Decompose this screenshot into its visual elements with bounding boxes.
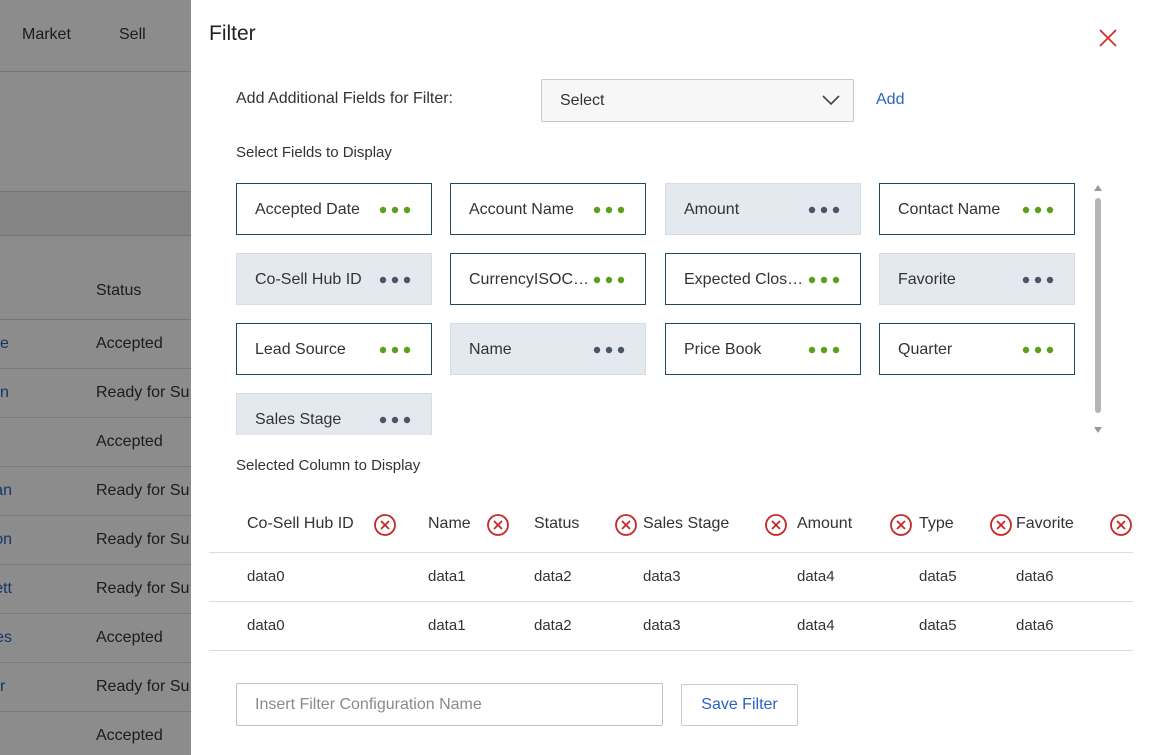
field-select-dropdown[interactable]: Select <box>541 79 854 122</box>
more-options-icon[interactable] <box>808 206 840 214</box>
remove-column-icon[interactable] <box>989 513 1013 537</box>
column-header: Status <box>534 515 580 532</box>
more-options-icon[interactable] <box>379 416 411 424</box>
column-header: Amount <box>797 515 853 532</box>
more-options-icon[interactable] <box>1022 206 1054 214</box>
selected-columns-table: Co-Sell Hub ID Name Status Sales Stage Amoun… <box>209 500 1133 651</box>
scroll-up-icon[interactable] <box>1094 185 1102 191</box>
more-options-icon[interactable] <box>1022 276 1054 284</box>
column-header: Type <box>919 515 954 532</box>
more-options-icon[interactable] <box>808 346 840 354</box>
column-header: Co-Sell Hub ID <box>247 515 354 532</box>
table-cell: data6 <box>1016 568 1054 585</box>
field-chip[interactable]: Accepted Date <box>236 183 432 235</box>
remove-column-icon[interactable] <box>1109 513 1133 537</box>
remove-column-icon[interactable] <box>764 513 788 537</box>
table-cell: data0 <box>247 617 285 634</box>
more-options-icon[interactable] <box>593 346 625 354</box>
scroll-down-icon[interactable] <box>1094 427 1102 433</box>
more-options-icon[interactable] <box>379 346 411 354</box>
scroll-thumb[interactable] <box>1095 198 1101 413</box>
remove-column-icon[interactable] <box>486 513 510 537</box>
more-options-icon[interactable] <box>1022 346 1054 354</box>
field-chip-label: Sales Stage <box>255 411 342 428</box>
columns-header-row: Co-Sell Hub ID Name Status Sales Stage Amoun… <box>209 500 1133 553</box>
more-options-icon[interactable] <box>593 206 625 214</box>
column-header: Favorite <box>1016 515 1074 532</box>
field-chip-label: Accepted Date <box>255 201 360 218</box>
save-filter-button[interactable]: Save Filter <box>681 684 798 726</box>
field-chip[interactable]: Favorite <box>879 253 1075 305</box>
fields-scrollbar[interactable] <box>1091 183 1105 435</box>
table-cell: data5 <box>919 568 957 585</box>
remove-column-icon[interactable] <box>889 513 913 537</box>
table-cell: data5 <box>919 617 957 634</box>
field-chip-label: Quarter <box>898 341 953 358</box>
field-chip-label: Name <box>469 341 512 358</box>
table-row: data0 data1 data2 data3 data4 data5 data6 <box>209 553 1133 602</box>
field-chip[interactable]: CurrencyISOCode <box>450 253 646 305</box>
field-chip-label: Contact Name <box>898 201 1001 218</box>
more-options-icon[interactable] <box>379 276 411 284</box>
field-chip-label: Co-Sell Hub ID <box>255 271 362 288</box>
table-cell: data6 <box>1016 617 1054 634</box>
field-chip[interactable]: Name <box>450 323 646 375</box>
field-chip-label: Account Name <box>469 201 574 218</box>
table-cell: data3 <box>643 617 681 634</box>
table-cell: data0 <box>247 568 285 585</box>
select-value: Select <box>560 92 605 109</box>
selected-columns-label: Selected Column to Display <box>236 457 421 474</box>
field-chip-label: Favorite <box>898 271 956 288</box>
field-chip[interactable]: Quarter <box>879 323 1075 375</box>
table-cell: data1 <box>428 568 466 585</box>
field-chip[interactable]: Expected Close Date <box>665 253 861 305</box>
field-chip-label: CurrencyISOCode <box>469 271 594 288</box>
field-chip-label: Price Book <box>684 341 762 358</box>
field-chip-label: Expected Close Date <box>684 271 809 288</box>
table-cell: data4 <box>797 568 835 585</box>
table-cell: data4 <box>797 617 835 634</box>
fields-grid: Accepted Date Account Name Amount Contact N… <box>236 183 1086 435</box>
field-chip[interactable]: Amount <box>665 183 861 235</box>
field-chip[interactable]: Lead Source <box>236 323 432 375</box>
select-fields-label: Select Fields to Display <box>236 144 392 161</box>
table-cell: data2 <box>534 617 572 634</box>
more-options-icon[interactable] <box>808 276 840 284</box>
filter-panel: Filter Add Additional Fields for Filter:… <box>191 0 1151 755</box>
field-chip[interactable]: Co-Sell Hub ID <box>236 253 432 305</box>
remove-column-icon[interactable] <box>373 513 397 537</box>
field-chip[interactable]: Price Book <box>665 323 861 375</box>
close-icon <box>1099 29 1117 47</box>
additional-fields-label: Add Additional Fields for Filter: <box>236 90 453 107</box>
table-cell: data2 <box>534 568 572 585</box>
remove-column-icon[interactable] <box>614 513 638 537</box>
field-chip[interactable]: Contact Name <box>879 183 1075 235</box>
chevron-down-icon <box>822 95 840 106</box>
add-button[interactable]: Add <box>876 91 904 109</box>
table-cell: data1 <box>428 617 466 634</box>
table-cell: data3 <box>643 568 681 585</box>
field-chip-label: Amount <box>684 201 740 218</box>
close-button[interactable] <box>1096 26 1120 50</box>
column-header: Name <box>428 515 471 532</box>
more-options-icon[interactable] <box>379 206 411 214</box>
table-row: data0 data1 data2 data3 data4 data5 data6 <box>209 602 1133 651</box>
panel-title: Filter <box>209 22 256 45</box>
field-chip[interactable]: Account Name <box>450 183 646 235</box>
more-options-icon[interactable] <box>593 276 625 284</box>
filter-config-name-input[interactable] <box>236 683 663 726</box>
field-chip-label: Lead Source <box>255 341 346 358</box>
field-chip[interactable]: Sales Stage <box>236 393 432 435</box>
column-header: Sales Stage <box>643 515 730 532</box>
